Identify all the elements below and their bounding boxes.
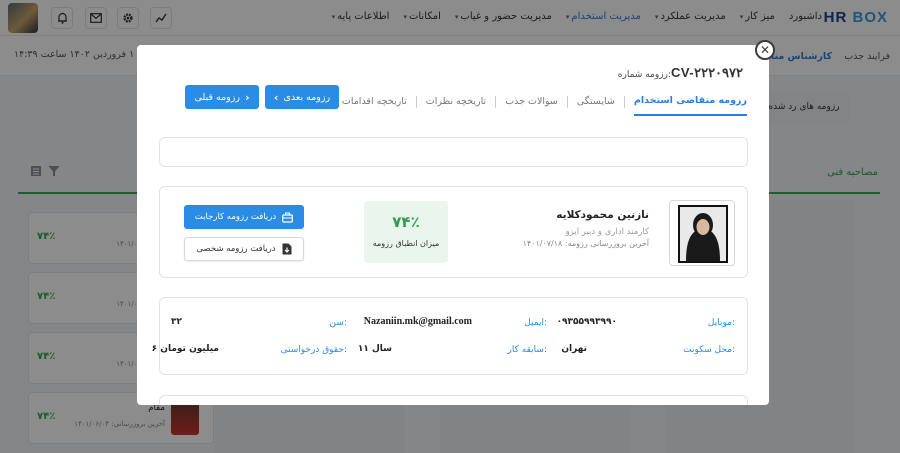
match-score-label: میزان انطباق رزومه bbox=[372, 239, 440, 248]
candidate-name: نازنین محمودکلایه bbox=[556, 209, 649, 221]
download-personal-resume-button[interactable]: دریافت رزومه شخصی bbox=[184, 237, 304, 261]
chevron-right-icon: › bbox=[244, 90, 250, 104]
file-download-icon bbox=[282, 243, 292, 255]
residence-value: تهران bbox=[561, 344, 587, 354]
salary-value: ۶ میلیون تومان bbox=[151, 344, 219, 354]
chevron-left-icon: ‹ bbox=[273, 90, 279, 104]
resume-tabs: رزومه متقاضی استخدام شایستگی سوالات جذب تار… bbox=[342, 95, 747, 116]
tab-separator bbox=[623, 95, 625, 108]
candidate-photo bbox=[669, 200, 735, 266]
next-resume-button[interactable]: ‹ رزومه بعدی bbox=[265, 85, 339, 109]
tab-separator bbox=[566, 95, 568, 108]
close-icon[interactable]: ✕ bbox=[755, 40, 775, 60]
tab-item[interactable]: رزومه متقاضی استخدام bbox=[633, 95, 747, 116]
tab-item[interactable]: تاریخچه اقدامات bbox=[342, 96, 407, 115]
age-value: ۳۲ bbox=[171, 317, 182, 327]
tab-item[interactable]: سوالات جذب bbox=[505, 96, 558, 115]
match-score-value: ۷۴٪ bbox=[392, 213, 420, 231]
tab-item[interactable]: تاریخچه نظرات bbox=[426, 96, 486, 115]
age-label: سن: bbox=[329, 318, 347, 328]
email-label: ایمیل: bbox=[524, 318, 547, 328]
mobile-value: ۰۹۳۵۵۹۹۳۹۹۰ bbox=[556, 317, 617, 327]
experience-label: سابقه کار: bbox=[507, 345, 547, 355]
next-section-card bbox=[159, 395, 748, 405]
mobile-label: موبایل: bbox=[707, 318, 735, 328]
resume-updated-date: آخرین بروزرسانی رزومه: ۱۴۰۱/۰۷/۱۸ bbox=[522, 239, 649, 248]
candidate-job-title: کارمند اداری و دبیر ایزو bbox=[565, 227, 649, 237]
resume-number: رزومه شماره:CV-۲۲۲۰۹۷۲ bbox=[617, 65, 743, 80]
salary-label: حقوق درخواستی: bbox=[280, 345, 347, 355]
candidate-profile-card: نازنین محمودکلایه کارمند اداری و دبیر ای… bbox=[159, 186, 748, 278]
email-value: Nazaniin.mk@gmail.com bbox=[363, 316, 472, 327]
download-pro-resume-button[interactable]: دریافت رزومه کارجابت bbox=[184, 205, 304, 229]
tab-separator bbox=[495, 95, 497, 108]
prev-resume-button[interactable]: رزومه قبلی › bbox=[185, 85, 259, 109]
experience-value: ۱۱ سال bbox=[357, 344, 392, 354]
tab-item[interactable]: شایستگی bbox=[577, 96, 615, 115]
tab-separator bbox=[415, 95, 417, 108]
residence-label: محل سکونت: bbox=[683, 345, 735, 355]
briefcase-icon bbox=[282, 212, 294, 223]
match-score: ۷۴٪ میزان انطباق رزومه bbox=[364, 201, 448, 263]
resume-modal: رزومه شماره:CV-۲۲۲۰۹۷۲ رزومه متقاضی استخ… bbox=[137, 45, 769, 405]
candidate-info-card: موبایل: ۰۹۳۵۵۹۹۳۹۹۰ ایمیل: Nazaniin.mk@g… bbox=[152, 297, 748, 375]
notes-box[interactable] bbox=[159, 137, 748, 167]
